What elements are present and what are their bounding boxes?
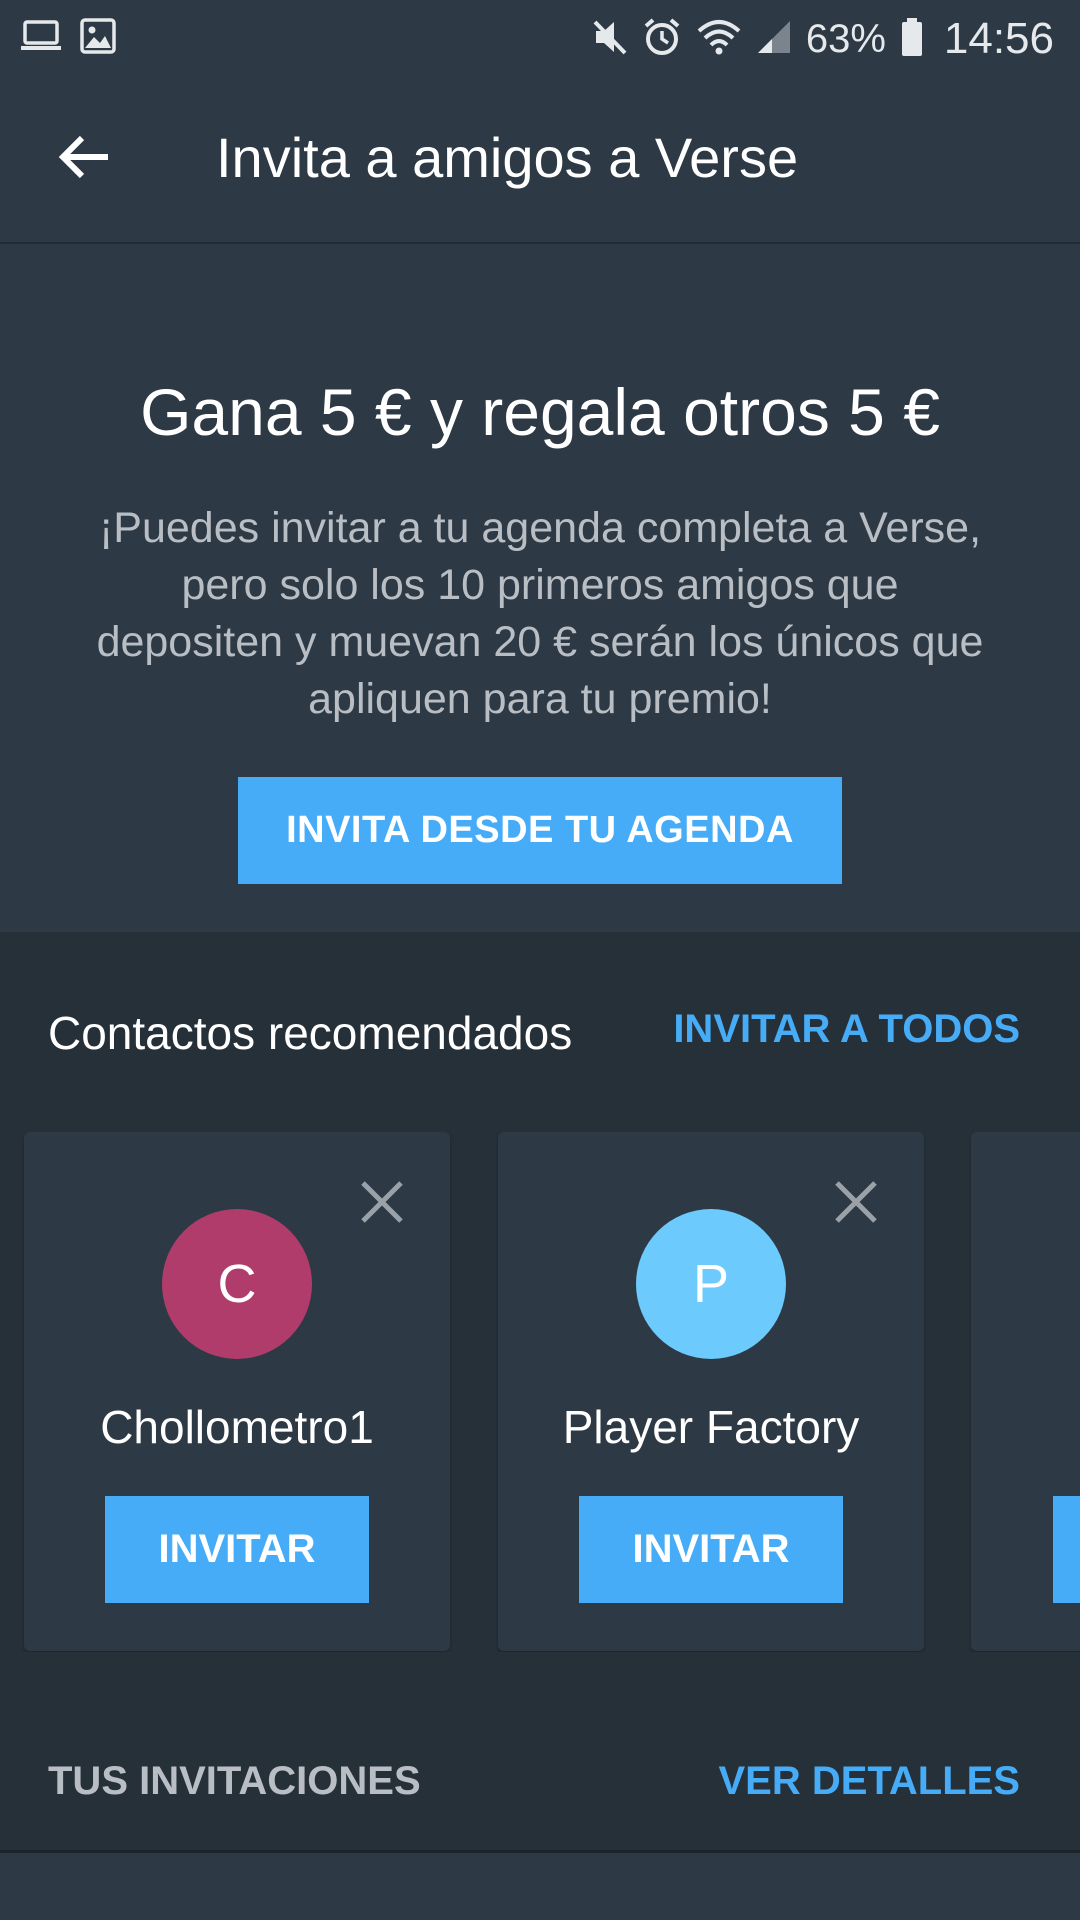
invite-button[interactable]: INVITAR — [105, 1496, 369, 1603]
recommended-contacts-header: Contactos recomendados INVITAR A TODOS — [0, 932, 1080, 1132]
invite-from-agenda-button[interactable]: INVITA DESDE TU AGENDA — [238, 777, 842, 884]
page-title: Invita a amigos a Verse — [216, 126, 799, 189]
battery-percent: 63% — [805, 16, 886, 61]
contact-card: C Chollometro1 INVITAR — [24, 1132, 450, 1651]
signal-icon — [756, 19, 792, 60]
wifi-icon — [696, 17, 742, 62]
status-bar: 63% 14:56 — [0, 0, 1080, 78]
contact-name: Player Factory — [562, 1401, 860, 1453]
contact-card-partial — [971, 1132, 1080, 1651]
invite-button-partial[interactable] — [1053, 1496, 1080, 1603]
clock-time: 14:56 — [943, 14, 1054, 63]
avatar: C — [162, 1209, 312, 1359]
app-bar: Invita a amigos a Verse — [0, 78, 1080, 244]
back-button[interactable] — [48, 123, 120, 195]
invite-all-link[interactable]: INVITAR A TODOS — [673, 1007, 1020, 1052]
promo-title: Gana 5 € y regala otros 5 € — [140, 375, 940, 449]
status-right-icons: 63% 14:56 — [592, 14, 1054, 64]
contact-cards-carousel[interactable]: C Chollometro1 INVITAR P Player Factory … — [0, 1132, 1080, 1652]
contact-name: Chollometro1 — [100, 1401, 374, 1453]
close-icon[interactable] — [834, 1180, 878, 1224]
your-invitations-header: TUS INVITACIONES VER DETALLES — [0, 1652, 1080, 1853]
close-icon[interactable] — [360, 1180, 404, 1224]
invite-button[interactable]: INVITAR — [579, 1496, 843, 1603]
status-left-icons — [20, 18, 116, 59]
mute-icon — [592, 17, 628, 62]
promo-hero: Gana 5 € y regala otros 5 € ¡Puedes invi… — [0, 244, 1080, 932]
invitations-list-area — [0, 1853, 1080, 1920]
your-invitations-title: TUS INVITACIONES — [48, 1759, 421, 1803]
contact-card: P Player Factory INVITAR — [498, 1132, 924, 1651]
alarm-icon — [642, 17, 682, 62]
image-icon — [80, 18, 116, 59]
promo-description: ¡Puedes invitar a tu agenda completa a V… — [96, 504, 984, 723]
arrow-back-icon — [58, 135, 110, 184]
laptop-icon — [20, 19, 62, 58]
recommended-contacts-title: Contactos recomendados — [48, 1007, 573, 1059]
battery-icon — [900, 17, 924, 62]
avatar: P — [636, 1209, 786, 1359]
view-details-link[interactable]: VER DETALLES — [718, 1759, 1020, 1804]
